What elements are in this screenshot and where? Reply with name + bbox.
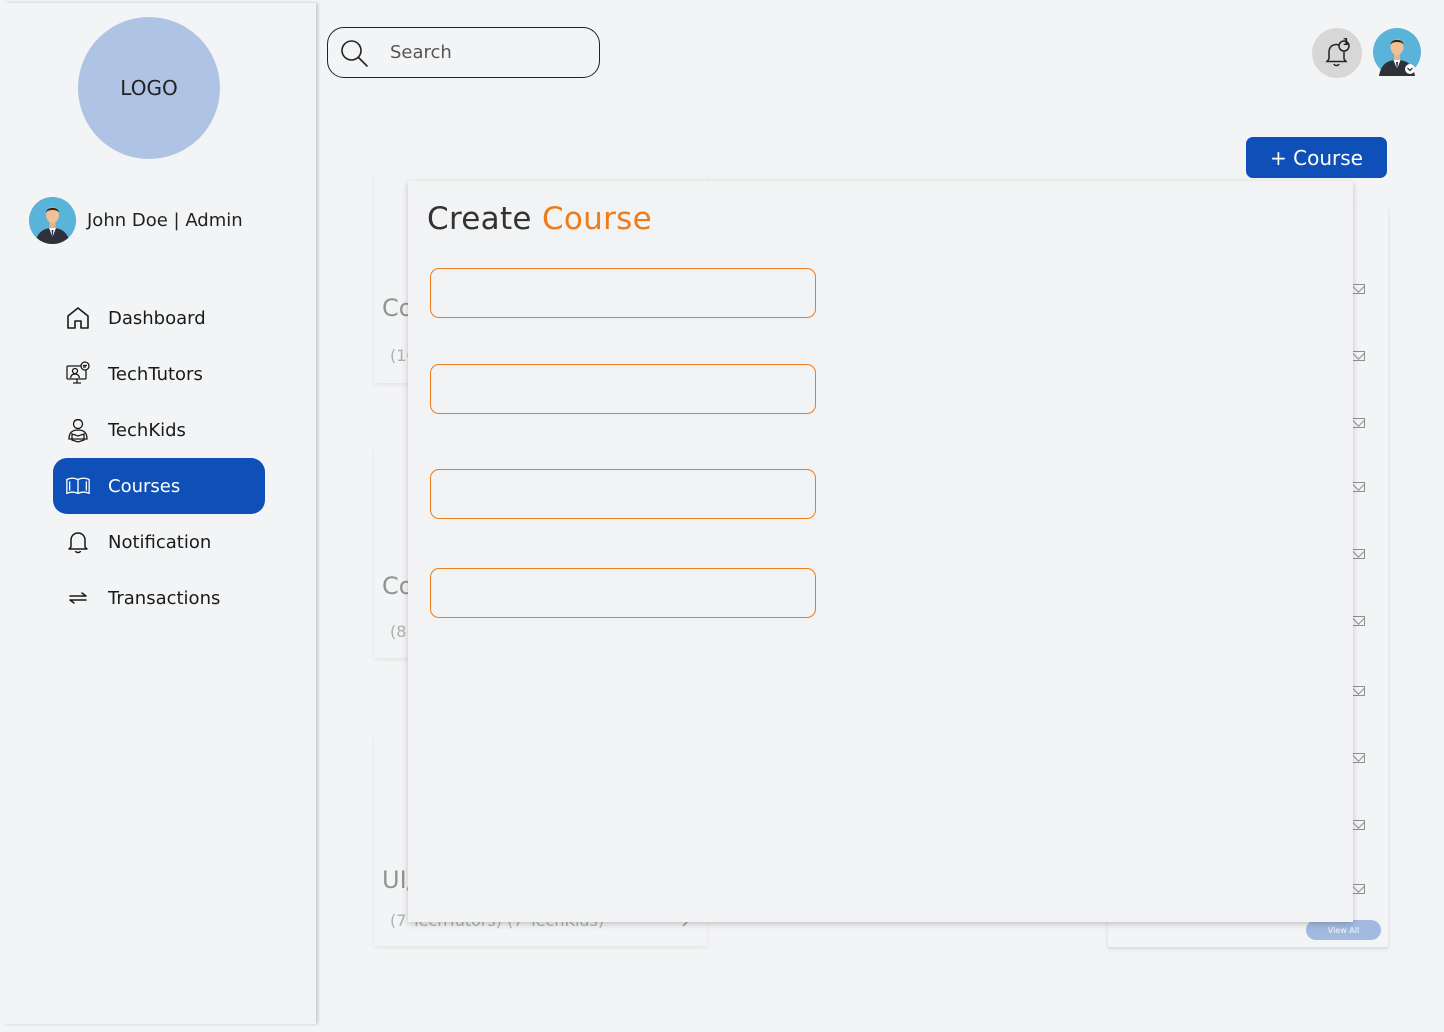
person-avatar-icon <box>29 197 76 244</box>
mail-icon[interactable] <box>1352 351 1365 361</box>
sidebar-item-techtutors[interactable]: TechTutors <box>53 346 265 402</box>
sidebar-item-courses[interactable]: Courses <box>53 458 265 514</box>
sidebar-item-techkids[interactable]: TechKids <box>53 402 265 458</box>
notification-badge: 1 <box>1342 37 1350 48</box>
sidebar-item-dashboard[interactable]: Dashboard <box>53 290 265 346</box>
user-profile[interactable]: John Doe | Admin <box>29 197 243 244</box>
mail-icon[interactable] <box>1352 753 1365 763</box>
course-field-4[interactable] <box>430 568 816 618</box>
person-avatar-icon <box>1373 28 1421 76</box>
sidebar-item-label: Courses <box>108 475 181 497</box>
notification-button[interactable]: 1 <box>1312 28 1362 78</box>
mail-icon[interactable] <box>1352 616 1365 626</box>
tutor-icon <box>65 361 91 387</box>
transfer-icon <box>65 585 91 611</box>
logo: LOGO <box>78 17 220 159</box>
sidebar-item-label: Transactions <box>108 587 221 609</box>
modal-title-prefix: Create <box>427 201 532 237</box>
mail-icon[interactable] <box>1352 418 1365 428</box>
sidebar: LOGO John Doe | Admin Dashboard TechTuto… <box>4 3 316 1024</box>
sidebar-item-transactions[interactable]: Transactions <box>53 570 265 626</box>
mail-icon[interactable] <box>1352 549 1365 559</box>
profile-avatar[interactable] <box>1373 28 1421 76</box>
course-field-1[interactable] <box>430 268 816 318</box>
sidebar-item-notification[interactable]: Notification <box>53 514 265 570</box>
logo-text: LOGO <box>120 76 178 100</box>
view-all-label: View All <box>1327 925 1360 935</box>
sidebar-item-label: Notification <box>108 531 212 553</box>
course-card-subtitle: (8 <box>390 622 407 641</box>
search-icon <box>338 37 370 69</box>
avatar <box>29 197 76 244</box>
mail-icon[interactable] <box>1352 482 1365 492</box>
mail-icon[interactable] <box>1352 686 1365 696</box>
bell-icon <box>65 529 91 555</box>
modal-title: Create Course <box>427 201 652 237</box>
create-course-modal: Create Course <box>408 181 1353 922</box>
home-icon <box>65 305 91 331</box>
search-input[interactable] <box>390 42 580 63</box>
mail-icon[interactable] <box>1352 284 1365 294</box>
mail-icon[interactable] <box>1352 820 1365 830</box>
modal-title-accent: Course <box>541 201 652 237</box>
mail-icon[interactable] <box>1352 884 1365 894</box>
sidebar-item-label: TechTutors <box>108 363 203 385</box>
sidebar-item-label: Dashboard <box>108 307 206 329</box>
add-course-button[interactable]: + Course <box>1246 137 1387 178</box>
sidebar-nav: Dashboard TechTutors TechKids Courses No… <box>53 290 265 626</box>
kid-icon <box>65 417 91 443</box>
course-field-3[interactable] <box>430 469 816 519</box>
user-name: John Doe | Admin <box>87 210 243 231</box>
course-field-2[interactable] <box>430 364 816 414</box>
sidebar-item-label: TechKids <box>108 419 186 441</box>
search-bar[interactable] <box>327 27 600 78</box>
view-all-button[interactable]: View All <box>1306 920 1381 940</box>
book-icon <box>65 473 91 499</box>
app-root: LOGO John Doe | Admin Dashboard TechTuto… <box>0 0 1444 1032</box>
